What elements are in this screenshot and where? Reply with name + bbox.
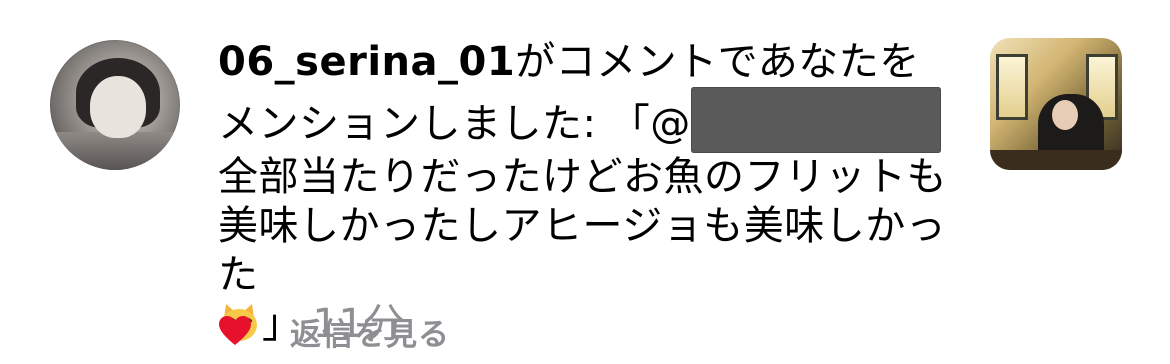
message-text-2: 全部当たりだったけどお魚のフリットも美味しかったしアヒージョも美味しかった [218, 154, 947, 298]
user-avatar[interactable] [50, 40, 180, 170]
thumb-person-face [1052, 100, 1078, 130]
redacted-mention [690, 87, 941, 153]
thumb-table [990, 150, 1122, 170]
view-replies-link[interactable]: 返信を見る [290, 309, 450, 354]
avatar-face [90, 76, 146, 138]
username-link[interactable]: 06_serina_01 [218, 39, 515, 85]
notification-text[interactable]: 06_serina_01がコメントであなたをメンションしました: 「@ 全部当た… [218, 38, 958, 349]
thumb-window-left [996, 54, 1028, 120]
heart-icon[interactable] [218, 315, 252, 347]
post-thumbnail[interactable] [990, 38, 1122, 170]
notification-actions: 返信を見る [218, 308, 450, 354]
